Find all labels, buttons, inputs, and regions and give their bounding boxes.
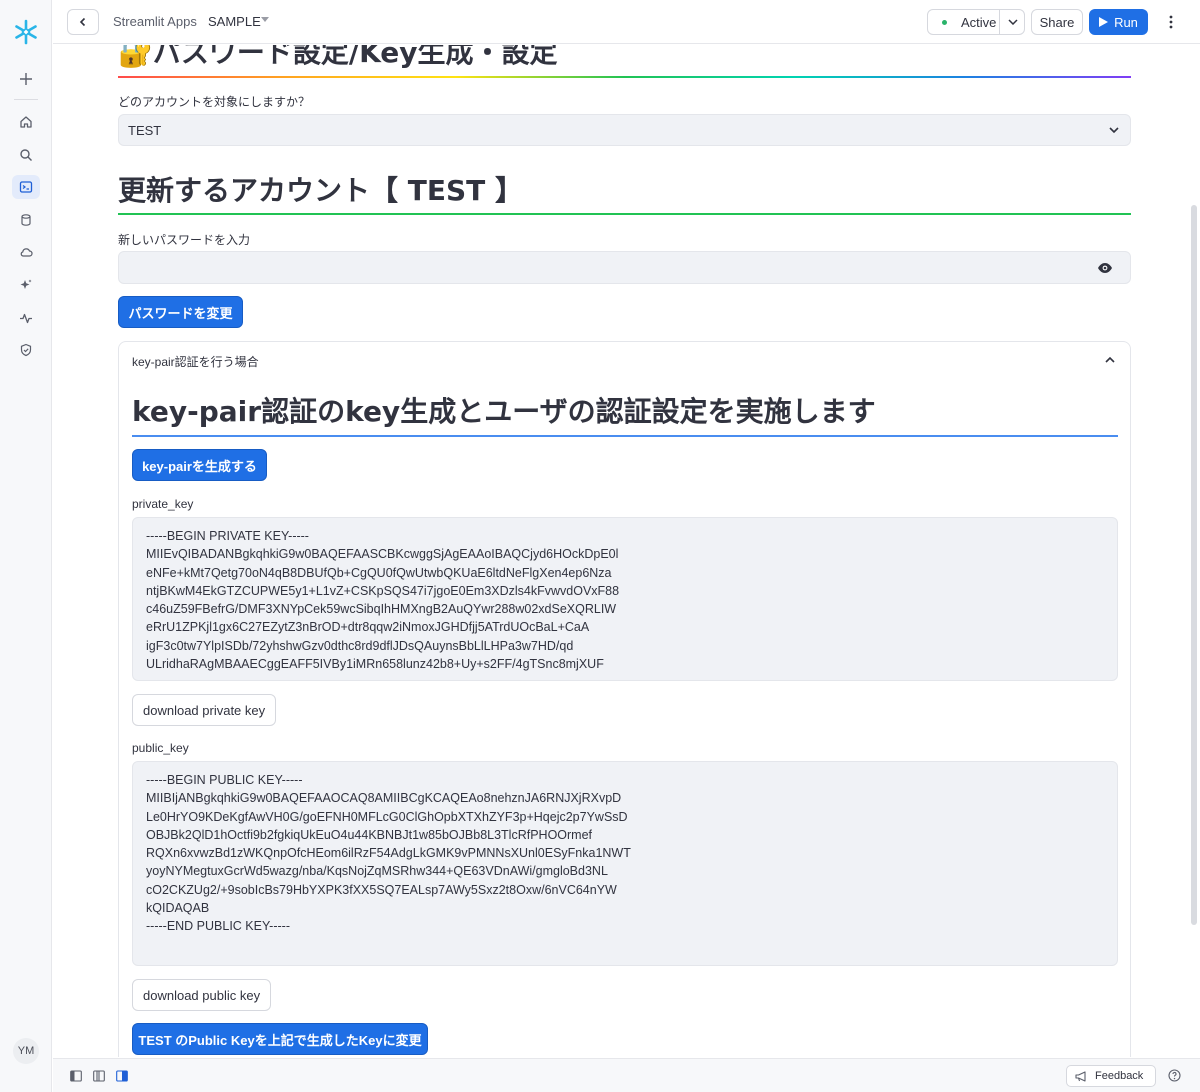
search-icon[interactable] <box>12 143 40 167</box>
database-icon[interactable] <box>12 208 40 232</box>
shield-icon[interactable] <box>12 338 40 362</box>
change-public-key-button[interactable]: TEST のPublic Keyを上記で生成したKeyに変更 <box>132 1023 428 1055</box>
activity-icon[interactable] <box>12 306 40 330</box>
run-button[interactable]: Run <box>1089 9 1148 35</box>
public-key-label: public_key <box>132 741 189 755</box>
caret-down-icon[interactable] <box>261 17 269 23</box>
layout-left-panel-icon[interactable] <box>70 1070 82 1082</box>
breadcrumb-app-name[interactable]: SAMPLE <box>208 14 261 29</box>
feedback-label: Feedback <box>1095 1070 1144 1082</box>
private-key-label: private_key <box>132 497 194 511</box>
back-button[interactable] <box>67 9 99 35</box>
chevron-down-icon <box>1109 127 1119 134</box>
cloud-icon[interactable] <box>12 240 40 264</box>
expander-header[interactable]: key-pair認証を行う場合 <box>132 353 259 370</box>
status-dot-icon <box>942 19 947 25</box>
help-icon[interactable] <box>1168 1069 1181 1082</box>
status-menu-button[interactable] <box>999 9 1025 35</box>
run-label: Run <box>1114 14 1138 30</box>
generate-key-pair-button[interactable]: key-pairを生成する <box>132 449 267 481</box>
chevron-left-icon <box>79 17 86 27</box>
page-title: 🔐パスワード設定/Key生成・設定 <box>118 45 558 69</box>
account-select-value: TEST <box>128 122 162 138</box>
left-rail: YM <box>0 0 52 1092</box>
share-button[interactable]: Share <box>1031 9 1083 35</box>
sparkle-icon[interactable] <box>12 273 40 297</box>
terminal-icon[interactable] <box>12 175 40 199</box>
more-options-icon[interactable] <box>1163 12 1179 32</box>
main-content: 🔐パスワード設定/Key生成・設定 どのアカウントを対象にしますか？ TEST … <box>53 45 1183 1057</box>
chevron-up-icon[interactable] <box>1104 354 1116 366</box>
megaphone-icon <box>1075 1070 1086 1082</box>
password-label: 新しいパスワードを入力 <box>118 233 251 247</box>
title-divider <box>118 76 1131 78</box>
key-pair-heading-divider <box>132 435 1118 437</box>
private-key-textarea[interactable]: -----BEGIN PRIVATE KEY----- MIIEvQIBADAN… <box>132 517 1118 681</box>
scrollbar[interactable] <box>1191 205 1197 925</box>
rail-divider <box>14 99 38 100</box>
snowflake-logo-icon[interactable] <box>12 18 40 46</box>
password-input[interactable] <box>118 251 1131 284</box>
home-icon[interactable] <box>12 110 40 134</box>
bottom-bar: Feedback <box>53 1058 1200 1092</box>
feedback-button[interactable]: Feedback <box>1066 1065 1156 1087</box>
chevron-down-icon <box>1007 19 1018 25</box>
change-password-button[interactable]: パスワードを変更 <box>118 296 243 328</box>
key-pair-expander: key-pair認証を行う場合 key-pair認証のkey生成とユーザの認証設… <box>118 341 1131 1057</box>
top-bar: Streamlit Apps SAMPLE Active Share Run <box>53 0 1200 44</box>
plus-icon[interactable] <box>12 67 40 91</box>
account-heading: 更新するアカウント【 TEST 】 <box>118 174 523 207</box>
account-heading-divider <box>118 213 1131 215</box>
status-label: Active <box>961 14 997 30</box>
download-private-key-button[interactable]: download private key <box>132 694 277 726</box>
account-select[interactable]: TEST <box>118 114 1131 146</box>
play-icon <box>1099 17 1109 27</box>
breadcrumb-apps[interactable]: Streamlit Apps <box>113 14 197 29</box>
eye-icon[interactable] <box>1097 261 1113 275</box>
layout-right-panel-icon[interactable] <box>116 1070 128 1082</box>
avatar[interactable]: YM <box>13 1038 39 1064</box>
layout-split-icon[interactable] <box>93 1070 105 1082</box>
key-pair-heading: key-pair認証のkey生成とユーザの認証設定を実施します <box>132 395 876 428</box>
download-public-key-button[interactable]: download public key <box>132 979 272 1011</box>
account-select-label: どのアカウントを対象にしますか？ <box>118 95 311 109</box>
public-key-textarea[interactable]: -----BEGIN PUBLIC KEY----- MIIBIjANBgkqh… <box>132 761 1118 966</box>
